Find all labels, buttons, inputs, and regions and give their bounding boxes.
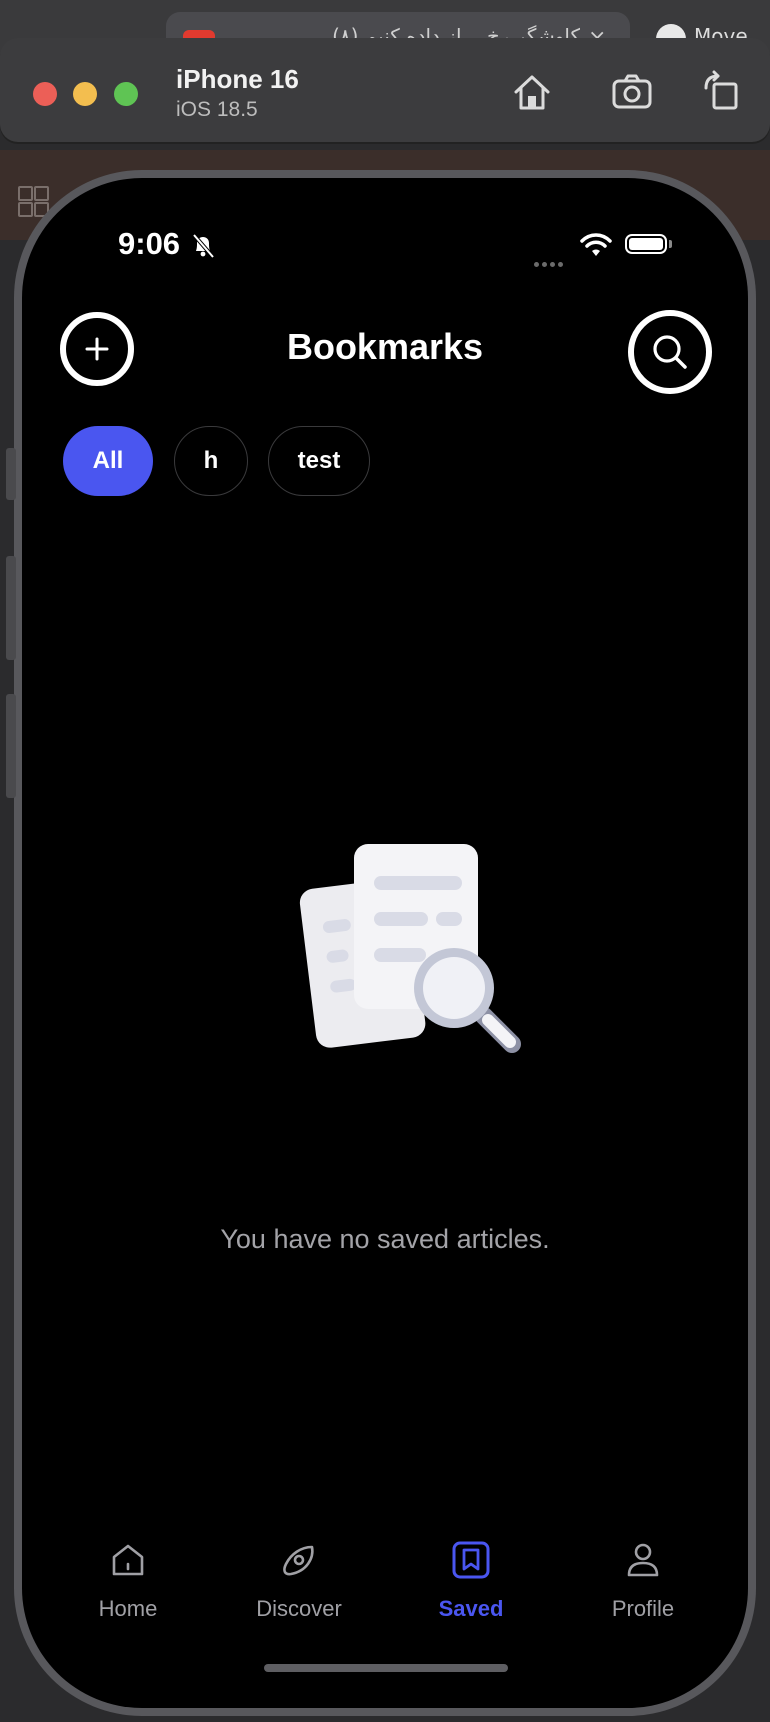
grid-icon	[18, 186, 49, 217]
device-os-version: iOS 18.5	[176, 98, 258, 121]
person-icon	[627, 1543, 659, 1577]
battery-icon	[625, 234, 667, 254]
bell-slash-icon	[192, 233, 215, 259]
zoom-window-button[interactable]	[114, 82, 138, 106]
phone-volume-up	[6, 556, 16, 660]
tab-saved[interactable]: Saved	[411, 1540, 531, 1622]
minimize-window-button[interactable]	[73, 82, 97, 106]
search-icon	[653, 335, 687, 369]
compass-icon	[283, 1545, 314, 1576]
tab-profile-label: Profile	[611, 1596, 675, 1621]
app-screen: 9:06 Bookmarks All h test You have no sa…	[22, 178, 748, 1708]
tab-home[interactable]: Home	[68, 1540, 188, 1622]
filter-chip-h[interactable]: h	[174, 426, 248, 496]
filter-chip-test[interactable]: test	[268, 426, 370, 496]
home-icon	[112, 1544, 144, 1576]
status-time: 9:06	[118, 226, 181, 261]
tab-saved-label: Saved	[438, 1596, 504, 1621]
home-icon[interactable]	[510, 70, 554, 114]
search-button[interactable]	[628, 310, 712, 394]
bookmark-icon	[452, 1541, 490, 1579]
filter-chip-all[interactable]: All	[63, 426, 153, 496]
tab-profile[interactable]: Profile	[583, 1540, 703, 1622]
screenshot-icon[interactable]	[610, 70, 654, 114]
phone-side-button	[6, 448, 16, 500]
battery-tip	[669, 240, 672, 248]
tab-discover-label: Discover	[256, 1596, 342, 1621]
documents-search-illustration	[299, 844, 521, 1053]
empty-state-message: You have no saved articles.	[220, 1224, 550, 1254]
phone-volume-down	[6, 694, 16, 798]
rotate-icon[interactable]	[700, 70, 744, 114]
wifi-icon	[580, 233, 612, 256]
home-indicator[interactable]	[264, 1664, 508, 1672]
tab-discover[interactable]: Discover	[239, 1540, 359, 1622]
close-window-button[interactable]	[33, 82, 57, 106]
cellular-icon	[534, 252, 566, 271]
tab-home-label: Home	[98, 1596, 158, 1621]
device-name: iPhone 16	[176, 64, 299, 94]
